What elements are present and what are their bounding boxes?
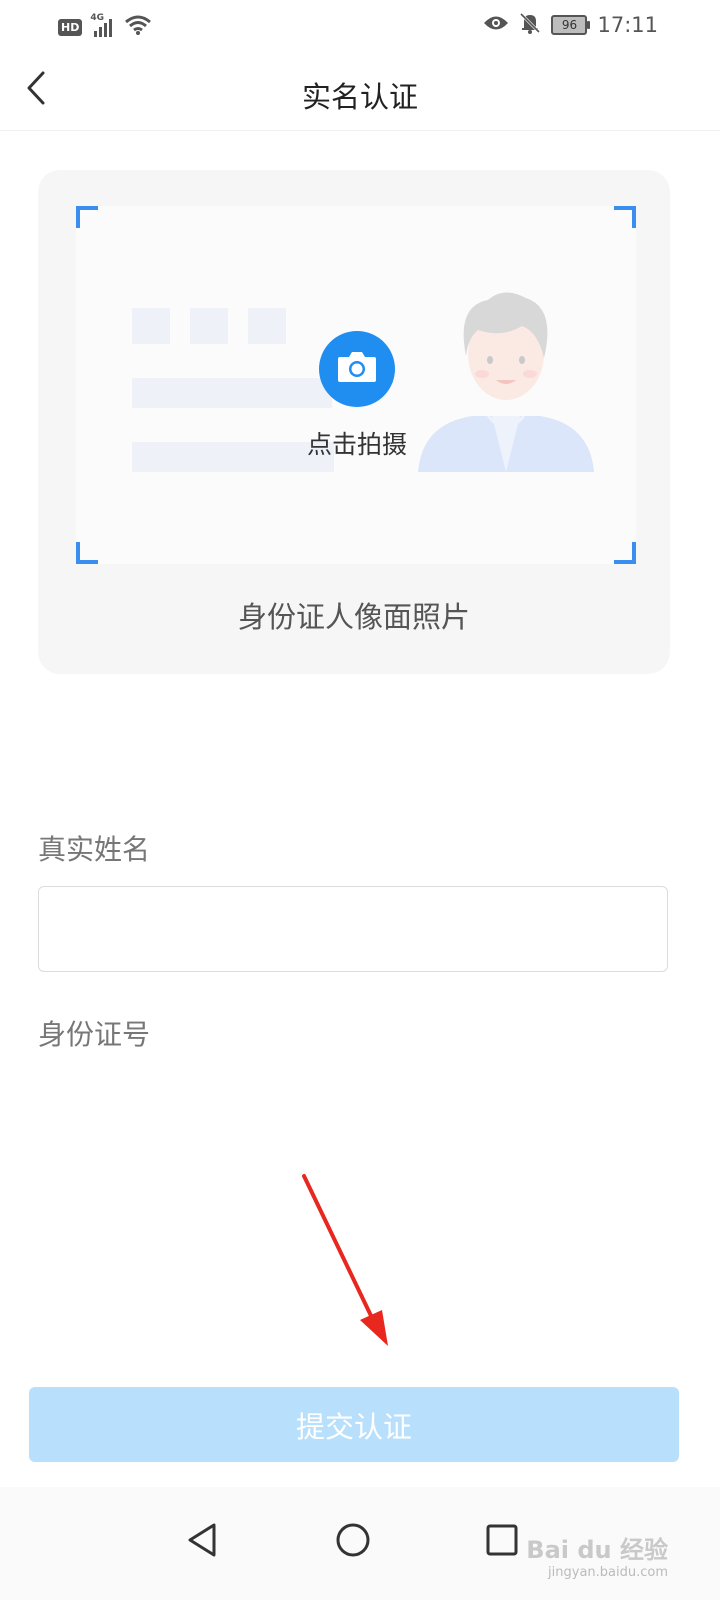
id-number-label: 身份证号 [38, 1018, 151, 1051]
frame-corner-top-right [614, 206, 636, 228]
placeholder-block [248, 308, 286, 344]
annotation-arrow-icon [300, 1172, 396, 1352]
baidu-watermark: Bai du 经验 jingyan.baidu.com [526, 1530, 668, 1580]
frame-corner-bottom-right [614, 542, 636, 564]
real-name-label: 真实姓名 [38, 833, 151, 866]
system-navigation-bar: Bai du 经验 jingyan.baidu.com [0, 1487, 720, 1600]
status-bar: HD 4G 96 17:11 [0, 0, 720, 54]
watermark-brand: Bai du 经验 [526, 1536, 668, 1564]
id-card-capture-frame[interactable]: 点击拍摄 [76, 206, 636, 564]
id-number-input[interactable] [38, 1068, 704, 1138]
frame-corner-bottom-left [76, 542, 98, 564]
take-photo-label[interactable]: 点击拍摄 [286, 425, 428, 461]
network-type-label: 4G [90, 13, 104, 23]
nav-home-button[interactable] [318, 1507, 388, 1577]
placeholder-line [132, 378, 332, 408]
id-card-caption: 身份证人像面照片 [237, 600, 470, 634]
notifications-muted-icon [519, 12, 541, 38]
submit-verification-button[interactable]: 提交认证 [29, 1387, 679, 1462]
frame-corner-top-left [76, 206, 98, 228]
placeholder-block [132, 308, 170, 344]
page-title: 实名认证 [301, 80, 418, 114]
status-left: HD 4G [58, 13, 152, 40]
eye-icon [483, 14, 509, 36]
battery-level: 96 [561, 18, 578, 32]
nav-back-button[interactable] [167, 1507, 237, 1577]
placeholder-block [190, 308, 228, 344]
wifi-icon [124, 14, 152, 40]
battery-icon: 96 [551, 15, 591, 35]
clock: 17:11 [597, 13, 658, 37]
hd-badge: HD [58, 18, 83, 36]
square-recents-icon [485, 1523, 519, 1561]
real-name-input[interactable] [38, 886, 668, 972]
id-card-photo-card: 点击拍摄 身份证人像面照片 [38, 170, 670, 674]
watermark-url: jingyan.baidu.com [548, 1565, 668, 1580]
top-app-bar: 实名认证 [0, 54, 720, 131]
status-right: 96 17:11 [483, 12, 658, 38]
triangle-back-icon [186, 1522, 218, 1562]
circle-home-icon [335, 1522, 371, 1562]
portrait-illustration [418, 286, 594, 476]
camera-icon [336, 350, 378, 388]
cellular-signal-icon: 4G [90, 13, 116, 37]
submit-label: 提交认证 [295, 1409, 412, 1444]
take-photo-button[interactable] [319, 331, 395, 407]
